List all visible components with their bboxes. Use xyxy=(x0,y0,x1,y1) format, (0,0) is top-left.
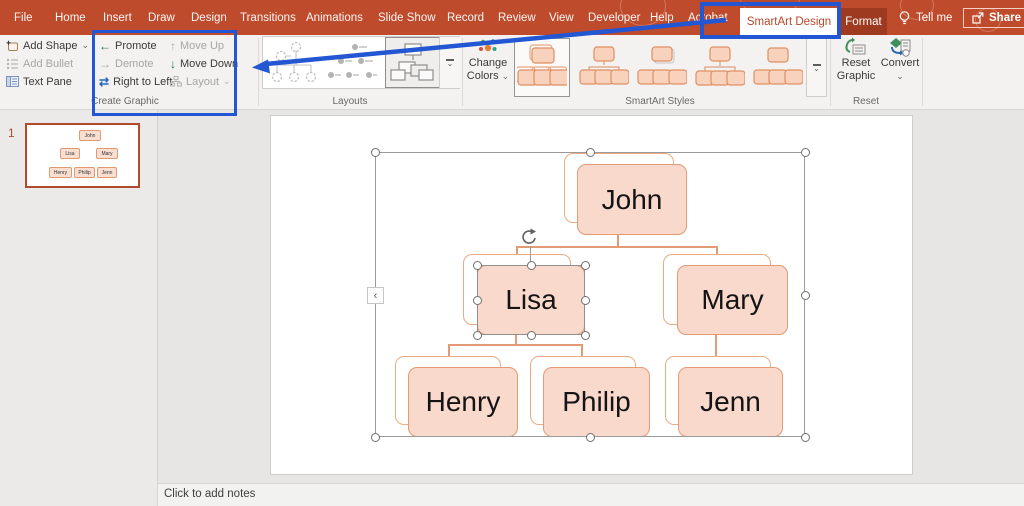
mini-node-philip: Philip xyxy=(74,167,95,178)
node-handle[interactable] xyxy=(527,261,536,270)
tab-view[interactable]: View xyxy=(549,0,574,35)
smartart-styles-more-button[interactable]: ⌄ xyxy=(806,38,827,97)
mini-node-john: John xyxy=(79,130,101,141)
tab-acrobat[interactable]: Acrobat xyxy=(688,0,728,35)
move-up-arrow-icon: ↑ xyxy=(170,40,176,52)
convert-button[interactable]: Convert ⌄ xyxy=(878,37,922,99)
node-handle[interactable] xyxy=(581,296,590,305)
mini-node-lisa: Lisa xyxy=(60,148,80,159)
node-handle[interactable] xyxy=(527,331,536,340)
demote-button[interactable]: → Demote xyxy=(99,55,154,72)
text-pane-toggle-button[interactable]: ‹ xyxy=(367,287,384,304)
group-label-layouts: Layouts xyxy=(290,96,410,107)
smartart-style-thumbnail[interactable] xyxy=(576,38,632,97)
tab-review[interactable]: Review xyxy=(498,0,536,35)
layout-thumbnail-org-chart-selected[interactable] xyxy=(385,37,441,88)
resize-handle-right-middle[interactable] xyxy=(801,291,810,300)
node-handle[interactable] xyxy=(581,261,590,270)
group-label-reset: Reset xyxy=(806,96,926,107)
share-icon xyxy=(972,12,984,24)
node-handle[interactable] xyxy=(473,331,482,340)
resize-handle-bottom-right[interactable] xyxy=(801,433,810,442)
smartart-style-thumbnail[interactable] xyxy=(692,38,748,97)
layout-icon xyxy=(170,76,182,87)
reset-graphic-button[interactable]: Reset Graphic xyxy=(834,37,878,99)
resize-handle-top-right[interactable] xyxy=(801,148,810,157)
smartart-style-thumbnail[interactable] xyxy=(750,38,806,97)
right-to-left-button[interactable]: ⇄ Right to Left xyxy=(99,73,172,90)
right-to-left-icon: ⇄ xyxy=(99,76,109,88)
resize-handle-bottom-left[interactable] xyxy=(371,433,380,442)
add-shape-icon xyxy=(6,40,19,52)
resize-handle-bottom-center[interactable] xyxy=(586,433,595,442)
chevron-down-icon: ⌄ xyxy=(813,67,820,71)
promote-arrow-icon: ← xyxy=(99,40,111,52)
resize-handle-top-left[interactable] xyxy=(371,148,380,157)
tab-format[interactable]: Format xyxy=(840,8,887,35)
text-pane-button[interactable]: Text Pane xyxy=(6,73,72,90)
layout-button[interactable]: Layout ⌄ xyxy=(170,73,231,90)
text-pane-icon xyxy=(6,76,19,87)
smartart-style-thumbnail[interactable] xyxy=(634,38,690,97)
titlebar: File Home Insert Draw Design Transitions… xyxy=(0,0,1024,35)
node-selection-border-lisa xyxy=(477,265,585,335)
reset-graphic-icon xyxy=(844,37,868,57)
tab-design[interactable]: Design xyxy=(191,0,227,35)
tab-file[interactable]: File xyxy=(14,0,33,35)
move-down-arrow-icon: ↓ xyxy=(170,58,176,70)
layouts-gallery: ⌄ xyxy=(262,36,460,89)
resize-handle-top-center[interactable] xyxy=(586,148,595,157)
tab-transitions[interactable]: Transitions xyxy=(240,0,296,35)
move-down-button[interactable]: ↓ Move Down xyxy=(170,55,238,72)
chevron-down-icon: ⌄ xyxy=(81,40,89,51)
add-bullet-button[interactable]: Add Bullet xyxy=(6,55,73,72)
change-colors-button[interactable]: Change Colors ⌄ xyxy=(466,37,510,99)
slide-number: 1 xyxy=(8,126,15,140)
layout-thumbnail-dot-hierarchy[interactable] xyxy=(325,41,377,85)
promote-button[interactable]: ← Promote xyxy=(99,37,157,54)
group-label-smartart-styles: SmartArt Styles xyxy=(600,96,720,107)
tab-animations[interactable]: Animations xyxy=(306,0,363,35)
layout-thumbnail-circle-org[interactable] xyxy=(269,41,319,85)
chevron-down-icon: ⌄ xyxy=(223,76,231,87)
smartart-selection-frame xyxy=(375,152,805,437)
add-bullet-icon xyxy=(6,58,19,69)
convert-icon xyxy=(888,37,912,57)
tab-home[interactable]: Home xyxy=(55,0,86,35)
lightbulb-icon xyxy=(898,10,911,26)
tab-draw[interactable]: Draw xyxy=(148,0,175,35)
demote-arrow-icon: → xyxy=(99,58,111,70)
chevron-left-icon: ‹ xyxy=(374,290,378,302)
notes-placeholder: Click to add notes xyxy=(164,488,255,500)
slides-panel: 1 John Lisa Mary Henry Philip Jenn xyxy=(0,110,158,506)
node-handle[interactable] xyxy=(581,331,590,340)
layouts-more-button[interactable]: ⌄ xyxy=(439,37,460,88)
mini-node-mary: Mary xyxy=(96,148,118,159)
change-colors-icon xyxy=(477,37,499,57)
tell-me-button[interactable]: Tell me xyxy=(898,0,952,35)
chevron-down-icon: ⌄ xyxy=(896,70,904,83)
tab-help[interactable]: Help xyxy=(650,0,674,35)
group-label-create-graphic: Create Graphic xyxy=(65,96,185,107)
share-button[interactable]: Share ⌄ xyxy=(963,0,1024,35)
node-handle[interactable] xyxy=(473,296,482,305)
powerpoint-window: File Home Insert Draw Design Transitions… xyxy=(0,0,1024,506)
mini-node-henry: Henry xyxy=(49,167,72,178)
chevron-down-icon: ⌄ xyxy=(447,62,454,66)
smartart-style-thumbnail-selected[interactable] xyxy=(514,38,570,97)
chevron-down-icon: ⌄ xyxy=(502,71,510,81)
slide-thumbnail[interactable]: John Lisa Mary Henry Philip Jenn xyxy=(25,123,140,188)
move-up-button[interactable]: ↑ Move Up xyxy=(170,37,224,54)
ribbon: Add Shape ⌄ Add Bullet Text Pane ← xyxy=(0,35,1024,110)
tab-insert[interactable]: Insert xyxy=(103,0,132,35)
mini-node-jenn: Jenn xyxy=(97,167,117,178)
tab-record[interactable]: Record xyxy=(447,0,484,35)
tab-slide-show[interactable]: Slide Show xyxy=(378,0,436,35)
node-handle[interactable] xyxy=(473,261,482,270)
tab-smartart-design[interactable]: SmartArt Design xyxy=(740,8,838,35)
rotate-handle-icon[interactable] xyxy=(520,228,540,248)
add-shape-button[interactable]: Add Shape ⌄ xyxy=(6,37,89,54)
notes-pane[interactable]: Click to add notes xyxy=(158,483,1024,506)
tab-developer[interactable]: Developer xyxy=(588,0,640,35)
